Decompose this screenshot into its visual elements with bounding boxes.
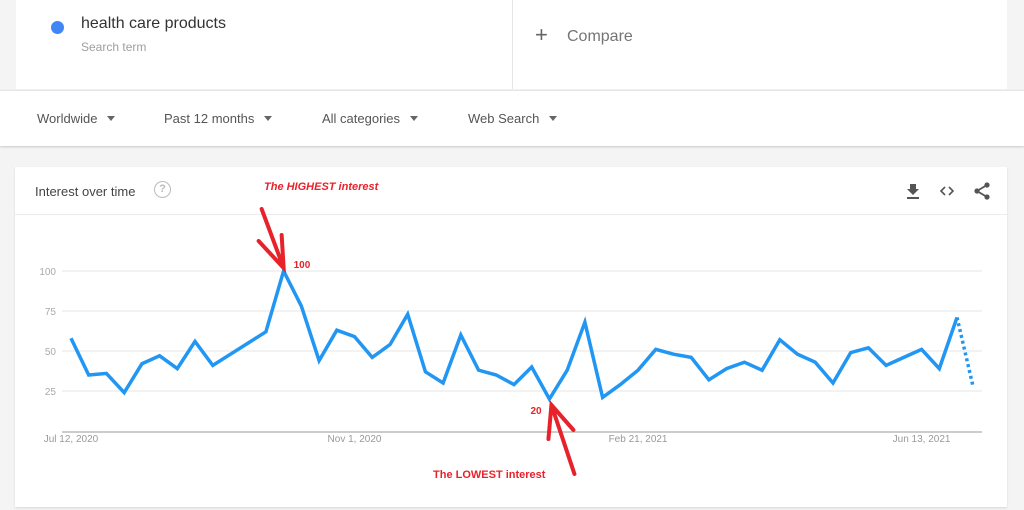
y-tick-label: 50	[45, 347, 57, 358]
series-line	[69, 266, 959, 403]
highest-arrow-icon	[256, 207, 286, 274]
x-tick-label: Feb 21, 2021	[609, 434, 668, 445]
y-tick-label: 25	[45, 387, 57, 398]
highest-value-label: 100	[294, 260, 311, 271]
x-tick-label: Jun 13, 2021	[893, 434, 951, 445]
highest-interest-label: The HIGHEST interest	[264, 181, 380, 193]
lowest-value-label: 20	[530, 406, 542, 417]
x-tick-label: Jul 12, 2020	[44, 434, 99, 445]
y-tick-label: 100	[39, 267, 56, 278]
lowest-interest-label: The LOWEST interest	[433, 469, 546, 481]
y-tick-label: 75	[45, 307, 57, 318]
x-tick-label: Nov 1, 2020	[328, 434, 382, 445]
interest-chart: 25 50 75 100 Jul 12, 2020 Nov 1, 2020 Feb 21,…	[39, 181, 982, 481]
series-partial-line	[955, 317, 975, 387]
lowest-arrow-icon	[546, 400, 577, 476]
